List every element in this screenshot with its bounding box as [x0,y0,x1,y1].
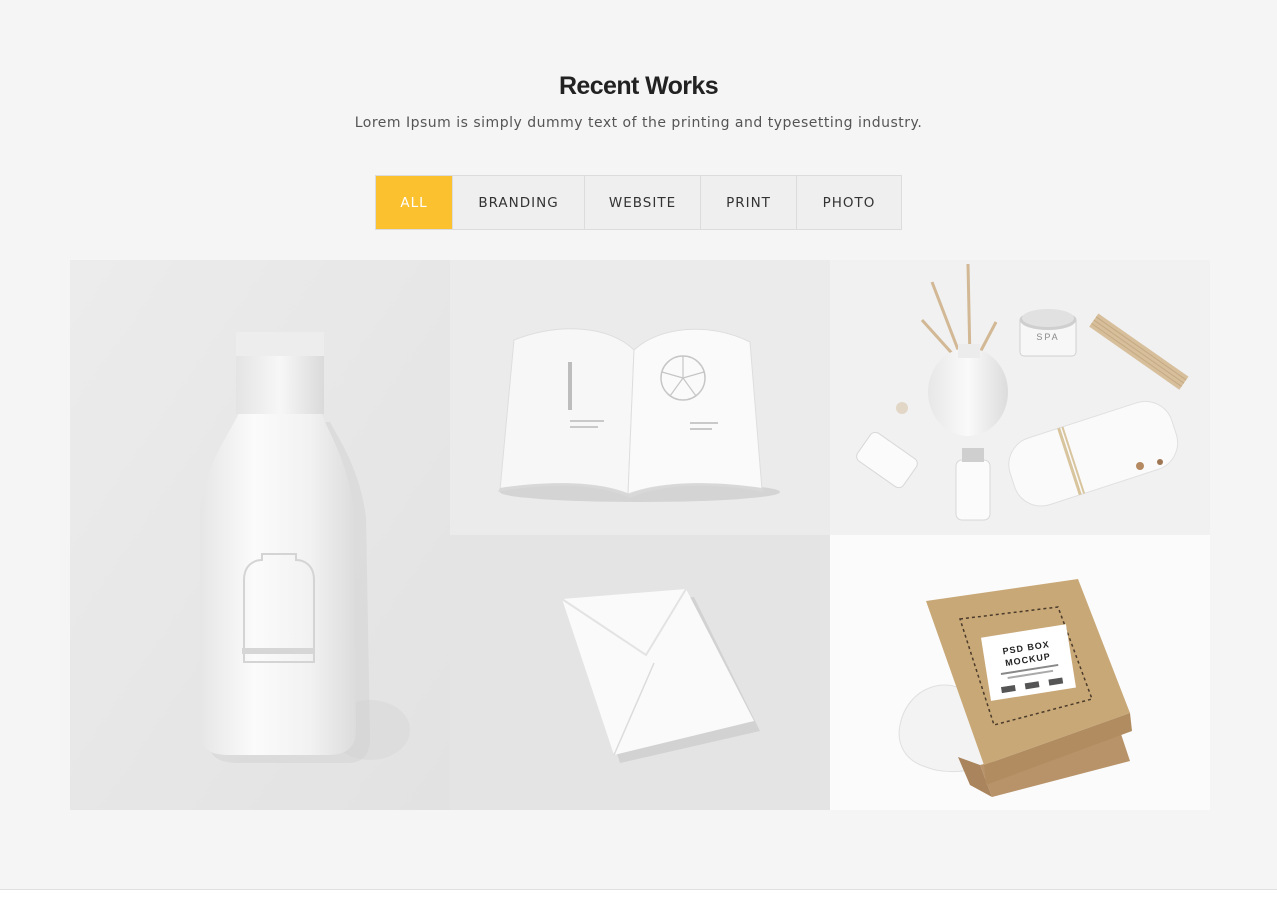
portfolio-item-spa[interactable]: SPA [830,260,1210,535]
spa-jar-label: SPA [1036,332,1059,342]
section-title: Recent Works [558,72,719,100]
bottle-mockup-image [70,260,450,810]
portfolio-item-bottle[interactable] [70,260,450,810]
portfolio-item-envelope[interactable] [450,535,830,810]
filter-all-button[interactable]: ALL [376,176,453,229]
portfolio-filter-bar: ALL BRANDING WEBSITE PRINT PHOTO [375,175,902,230]
section-subtitle: Lorem Ipsum is simply dummy text of the … [354,115,923,131]
filter-website-button[interactable]: WEBSITE [585,176,701,229]
filter-photo-button[interactable]: PHOTO [797,176,901,229]
portfolio-item-box[interactable]: PSD BOX MOCKUP [830,535,1210,810]
filter-print-button[interactable]: PRINT [701,176,797,229]
portfolio-grid: SPA PSD BOX MOCKUP [70,260,1210,810]
filter-branding-button[interactable]: BRANDING [453,176,585,229]
portfolio-item-book[interactable] [450,260,830,535]
next-section-edge [0,890,1277,901]
spa-mockup-image: SPA [830,260,1210,535]
envelope-mockup-image [450,535,830,810]
book-mockup-image [450,260,830,535]
box-mockup-image: PSD BOX MOCKUP [830,535,1210,810]
